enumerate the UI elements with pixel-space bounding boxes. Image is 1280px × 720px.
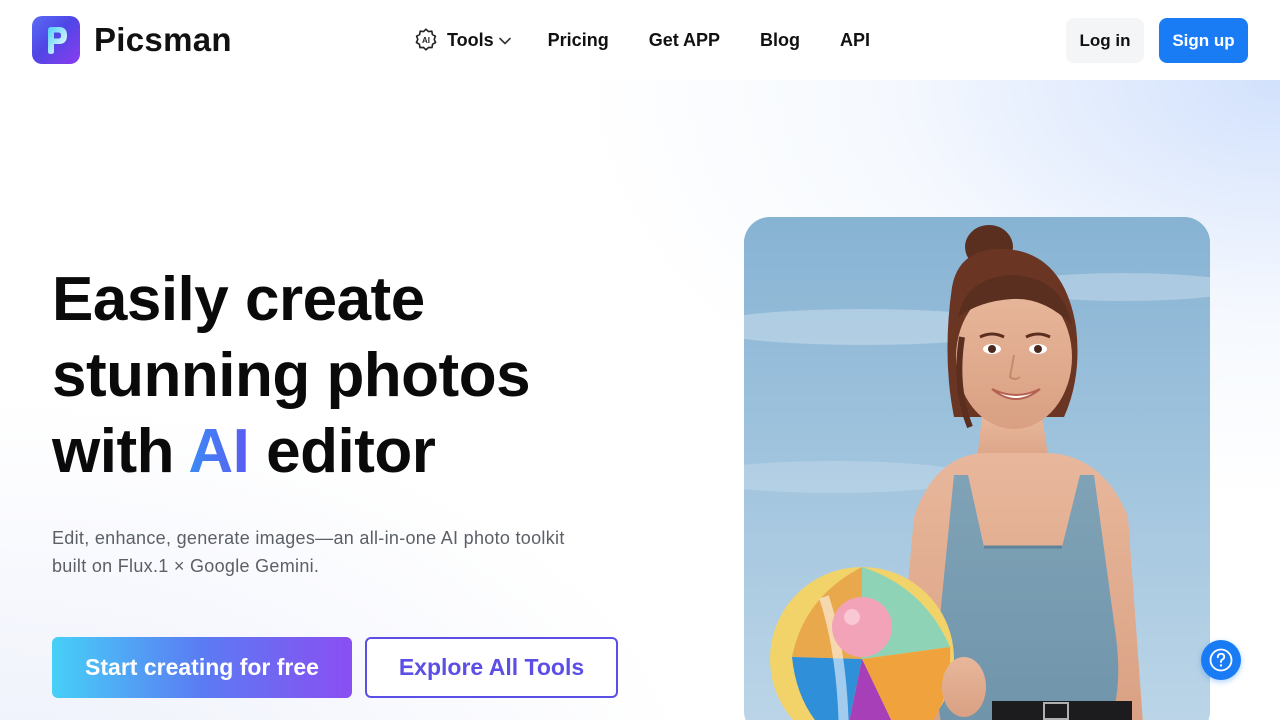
headline-ai-word: AI: [188, 417, 250, 486]
main-nav: AI Tools Pricing Get APP Blog API: [413, 0, 870, 80]
chevron-down-icon: [498, 37, 511, 45]
nav-api[interactable]: API: [840, 20, 870, 60]
brand-name: Picsman: [94, 21, 232, 58]
nav-get-app[interactable]: Get APP: [649, 20, 720, 60]
page: Picsman AI Tools Pricing Get APP Blog AP…: [0, 0, 1280, 720]
site-header: Picsman AI Tools Pricing Get APP Blog AP…: [0, 0, 1280, 80]
woman-with-beach-ball-image: [744, 217, 1210, 720]
ai-badge-text: AI: [422, 36, 430, 45]
nav-tools-dropdown[interactable]: AI Tools: [413, 20, 512, 60]
explore-tools-button[interactable]: Explore All Tools: [365, 637, 618, 698]
start-creating-button[interactable]: Start creating for free: [52, 637, 352, 698]
hero-subtitle: Edit, enhance, generate images—an all-in…: [52, 524, 632, 580]
nav-tools-label: Tools: [447, 29, 494, 50]
subtitle-line-1: Edit, enhance, generate images—an all-in…: [52, 528, 565, 548]
headline-line-3-pre: with: [52, 417, 189, 486]
nav-pricing[interactable]: Pricing: [548, 20, 609, 60]
subtitle-line-2: built on Flux.1 × Google Gemini.: [52, 556, 320, 576]
picsman-logo-icon: [32, 16, 80, 64]
login-button[interactable]: Log in: [1066, 18, 1144, 63]
help-button[interactable]: [1201, 640, 1241, 680]
hero-photo: [744, 217, 1210, 720]
brand-logo[interactable]: Picsman: [32, 16, 232, 64]
headline-line-1: Easily create: [52, 265, 425, 334]
question-icon: [1209, 648, 1233, 672]
ai-sparkle-icon: AI: [415, 28, 437, 51]
signup-button[interactable]: Sign up: [1159, 18, 1248, 63]
hero-headline: Easily create stunning photos with AI ed…: [52, 262, 672, 490]
nav-blog[interactable]: Blog: [760, 20, 800, 60]
headline-line-2: stunning photos: [52, 341, 531, 410]
headline-line-3-post: editor: [249, 417, 436, 486]
